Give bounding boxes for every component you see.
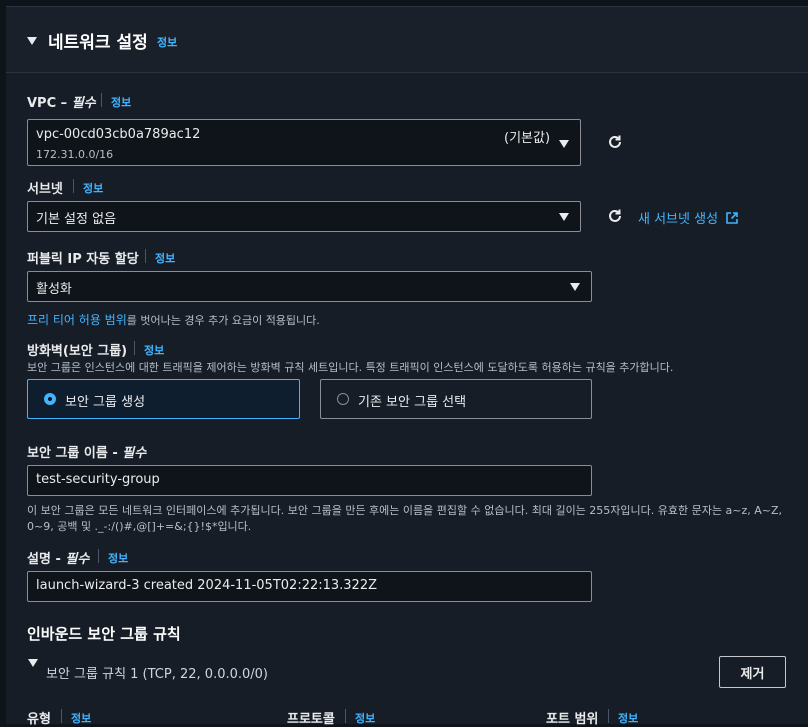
vpc-label: VPC – 필수 [27,96,96,111]
description-input-value: launch-wizard-3 created 2024-11-05T02:22… [36,578,378,593]
firewall-info-link[interactable]: 정보 [144,342,164,358]
public-ip-dropdown-caret-icon [570,283,580,291]
description-input[interactable]: launch-wizard-3 created 2024-11-05T02:22… [27,571,592,602]
sg-name-input-value: test-security-group [36,472,160,487]
free-tier-note: 프리 티어 허용 범위를 벗어나는 경우 추가 요금이 적용됩니다. [27,313,320,327]
sg-name-help-line1: 이 보안 그룹은 모든 네트워크 인터페이스에 추가됩니다. 보안 그룹을 만든… [27,504,782,517]
col-protocol-separator [345,709,346,723]
col-port-info-link[interactable]: 정보 [618,710,638,726]
public-ip-info-link[interactable]: 정보 [155,250,175,266]
firewall-label: 방화벽(보안 그룹) [27,344,128,359]
subnet-info-link[interactable]: 정보 [83,180,103,196]
public-ip-select[interactable]: 활성화 [27,271,592,302]
collapse-caret-icon[interactable] [27,37,37,45]
vpc-select-value: vpc-00cd03cb0a789ac12 [36,127,201,142]
public-ip-label: 퍼블릭 IP 자동 할당 [27,252,139,267]
remove-rule-button[interactable]: 제거 [719,656,786,688]
rule-1-title: 보안 그룹 규칙 1 (TCP, 22, 0.0.0.0/0) [46,667,269,682]
create-subnet-link[interactable]: 새 서브넷 생성 [638,208,739,227]
section-header[interactable]: 네트워크 설정 정보 [6,7,808,73]
network-settings-panel: 네트워크 설정 정보 VPC – 필수 정보 vpc-00cd03cb0a789… [6,6,808,727]
description-info-link[interactable]: 정보 [108,550,128,566]
col-protocol-info-link[interactable]: 정보 [355,710,375,726]
sg-name-label: 보안 그룹 이름 - 필수 [27,446,147,461]
section-info-link[interactable]: 정보 [157,34,177,50]
subnet-label-separator [73,179,74,193]
vpc-default-badge: (기본값) [504,131,551,146]
create-security-group-radio[interactable] [44,393,56,405]
vpc-select[interactable]: vpc-00cd03cb0a789ac12 172.31.0.0/16 (기본값… [27,119,581,166]
inbound-rules-title: 인바운드 보안 그룹 규칙 [27,625,181,643]
existing-security-group-option[interactable]: 기존 보안 그룹 선택 [320,379,592,419]
col-port-separator [608,709,609,723]
vpc-cidr: 172.31.0.0/16 [36,148,114,161]
col-type-label: 유형 [27,712,51,727]
public-ip-select-value: 활성화 [36,282,72,297]
description-label: 설명 - 필수 [27,552,90,567]
rule-collapse-caret-icon[interactable] [28,659,38,667]
subnet-select[interactable]: 기본 설정 없음 [27,201,581,232]
subnet-select-value: 기본 설정 없음 [36,212,117,227]
description-label-separator [98,549,99,563]
existing-security-group-radio[interactable] [337,393,349,405]
section-title: 네트워크 설정 [48,33,148,53]
col-type-info-link[interactable]: 정보 [71,710,91,726]
vpc-label-separator [101,93,102,107]
sg-name-help-line2: 0~9, 공백 및 ._-:/()#,@[]+=&;{}!$*입니다. [27,520,252,533]
col-type-separator [61,709,62,723]
col-protocol-label: 프로토콜 [287,712,335,727]
subnet-dropdown-caret-icon [559,213,569,221]
vpc-refresh-icon[interactable] [605,132,625,156]
vpc-info-link[interactable]: 정보 [111,94,131,110]
sg-name-input[interactable]: test-security-group [27,465,592,496]
free-tier-link[interactable]: 프리 티어 허용 범위 [27,313,127,327]
public-ip-label-separator [145,249,146,263]
existing-security-group-label: 기존 보안 그룹 선택 [358,395,467,410]
vpc-dropdown-caret-icon [559,140,569,148]
external-link-icon [726,212,738,224]
firewall-description: 보안 그룹은 인스턴스에 대한 트래픽을 제어하는 방화벽 규칙 세트입니다. … [27,361,674,374]
subnet-label: 서브넷 [27,182,63,197]
col-port-label: 포트 범위 [546,712,599,727]
create-security-group-option[interactable]: 보안 그룹 생성 [27,379,300,419]
firewall-label-separator [134,341,135,355]
subnet-refresh-icon[interactable] [605,206,625,230]
create-security-group-label: 보안 그룹 생성 [65,395,146,410]
